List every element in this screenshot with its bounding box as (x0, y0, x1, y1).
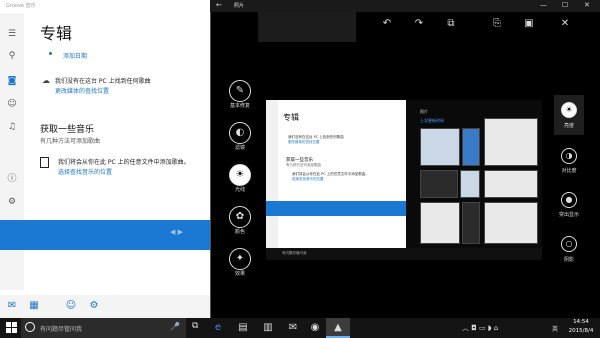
calendar-icon[interactable]: ▦ (27, 299, 41, 313)
redo-icon[interactable]: ↷ (412, 18, 426, 29)
file-icon (40, 157, 49, 168)
groove-bottom-bar: ✉ ▦ ☺ ⚙ (0, 295, 210, 318)
album-icon[interactable]: ◙ (6, 75, 18, 87)
no-songs-message: 我们没有在这台 PC 上找到任何歌曲 (55, 78, 151, 85)
undo-icon[interactable]: ↶ (380, 18, 394, 29)
sort-by-dropdown[interactable]: 添加日期 (63, 51, 87, 60)
preview-tile (420, 202, 460, 244)
basic-fix-icon[interactable]: ✎ (229, 80, 251, 102)
store-icon[interactable]: ▥ (256, 318, 280, 338)
preview-photos-title: 照片 (420, 109, 428, 114)
system-tray-icons[interactable]: ︿ ◘ ▭ ◗ ⌂ (462, 323, 498, 333)
mail-app-icon[interactable]: ✉ (281, 318, 305, 338)
adjust-label-shadow: 阴影 (563, 257, 574, 263)
task-view-icon[interactable]: ⧉ (192, 321, 198, 331)
preview-taskbar (266, 248, 542, 260)
taskbar-search-placeholder[interactable]: 有问题尽管问我 (40, 324, 82, 333)
songs-icon[interactable]: ♫ (6, 121, 18, 133)
cancel-icon[interactable]: ✕ (558, 18, 572, 29)
get-music-desc: 有几种方法可添加歌曲 (40, 138, 101, 145)
feedback-smile-icon[interactable]: ☺ (64, 299, 78, 313)
cortana-icon (25, 322, 35, 332)
preview-tile (462, 128, 480, 166)
preview-tile (484, 202, 538, 244)
clock-date[interactable]: 2015/8/4 (566, 328, 596, 334)
adjust-label-contrast: 对比度 (561, 168, 577, 174)
change-location-link[interactable]: 更改媒体的查找位置 (55, 86, 109, 95)
preview-heading: 专辑 (283, 113, 299, 122)
clock-time[interactable]: 14:54 (566, 319, 596, 325)
local-files-message: 我们将会从你在此 PC 上的任意文件中添加歌曲。 (58, 159, 190, 166)
save-copy-icon[interactable]: ⎘ (490, 18, 504, 29)
highlight-icon[interactable]: ● (561, 192, 577, 208)
preview-search-text: 有问题尽管问我 (282, 251, 307, 255)
groove-music-app-icon[interactable]: ◉ (303, 318, 327, 338)
shadow-icon[interactable]: ○ (561, 236, 577, 252)
microphone-icon[interactable]: 🎤 (170, 322, 180, 331)
groove-app-title: Groove 音乐 (6, 3, 36, 9)
preview-change-link: 更改媒体的查找位置 (288, 140, 320, 144)
tool-label-light: 光线 (234, 187, 245, 193)
file-explorer-icon[interactable]: ▤ (231, 318, 255, 338)
save-icon[interactable]: ▣ (522, 18, 536, 29)
preview-tile (420, 128, 460, 166)
adjust-label-brightness: 亮度 (563, 123, 574, 129)
cloud-icon: ☁ (42, 76, 50, 85)
settings-icon[interactable]: ⚙ (87, 299, 101, 313)
brightness-icon[interactable]: ☀ (561, 102, 577, 118)
preview-groove-sidebar (266, 100, 278, 248)
tool-label-basic-fix: 基本修复 (229, 103, 250, 109)
image-title-area (258, 12, 356, 42)
get-music-heading: 获取一些音乐 (40, 125, 95, 135)
tool-label-effects: 效果 (234, 271, 245, 277)
preview-photos-sub: 上次更新时间 (420, 118, 444, 123)
preview-tile (462, 202, 480, 244)
light-sun-icon[interactable]: ☀ (229, 164, 251, 186)
settings-gear-icon[interactable]: ⚙ (6, 196, 18, 208)
preview-sub-desc: 有几种方法可添加歌曲 (286, 163, 321, 167)
preview-tile (484, 170, 538, 198)
choose-music-location-link[interactable]: 选择查找音乐的位置 (58, 167, 112, 176)
filter-icon[interactable]: ◐ (229, 122, 251, 144)
color-palette-icon[interactable]: ✿ (229, 206, 251, 228)
edge-browser-icon[interactable]: e (206, 318, 230, 338)
contrast-icon[interactable]: ◑ (561, 148, 577, 164)
mail-icon[interactable]: ✉ (5, 299, 19, 313)
close-icon[interactable]: ✕ (584, 1, 590, 9)
tool-label-filter: 滤镜 (234, 145, 245, 151)
photos-app-icon[interactable]: ▲ (326, 318, 350, 338)
effects-icon[interactable]: ✦ (229, 248, 251, 270)
minimize-icon[interactable]: — (540, 1, 547, 9)
now-playing-icon[interactable]: ⓘ (6, 173, 18, 185)
preview-local-link: 选择查找音乐的位置 (292, 177, 324, 181)
preview-tile (420, 170, 458, 198)
preview-tile (460, 170, 480, 198)
maximize-icon[interactable]: ☐ (562, 1, 568, 9)
artist-icon[interactable]: ☺ (6, 98, 18, 110)
start-windows-icon[interactable] (6, 322, 17, 333)
hamburger-menu-icon[interactable]: ☰ (6, 28, 18, 40)
preview-player-bar (266, 201, 406, 216)
preview-tile (484, 118, 538, 166)
compare-icon[interactable]: ⧉ (444, 18, 458, 29)
back-arrow-icon[interactable]: ← (216, 1, 222, 9)
tool-label-color: 颜色 (234, 229, 245, 235)
search-icon[interactable]: ⚲ (6, 50, 18, 62)
photos-app-title: 照片 (234, 3, 245, 9)
language-indicator[interactable]: 英 (552, 324, 558, 333)
adjust-label-highlight: 突出显示 (558, 212, 579, 218)
page-title: 专辑 (40, 24, 73, 43)
sort-dot-icon (49, 52, 52, 55)
player-controls-icon[interactable]: ◀ ▶ (170, 228, 183, 236)
